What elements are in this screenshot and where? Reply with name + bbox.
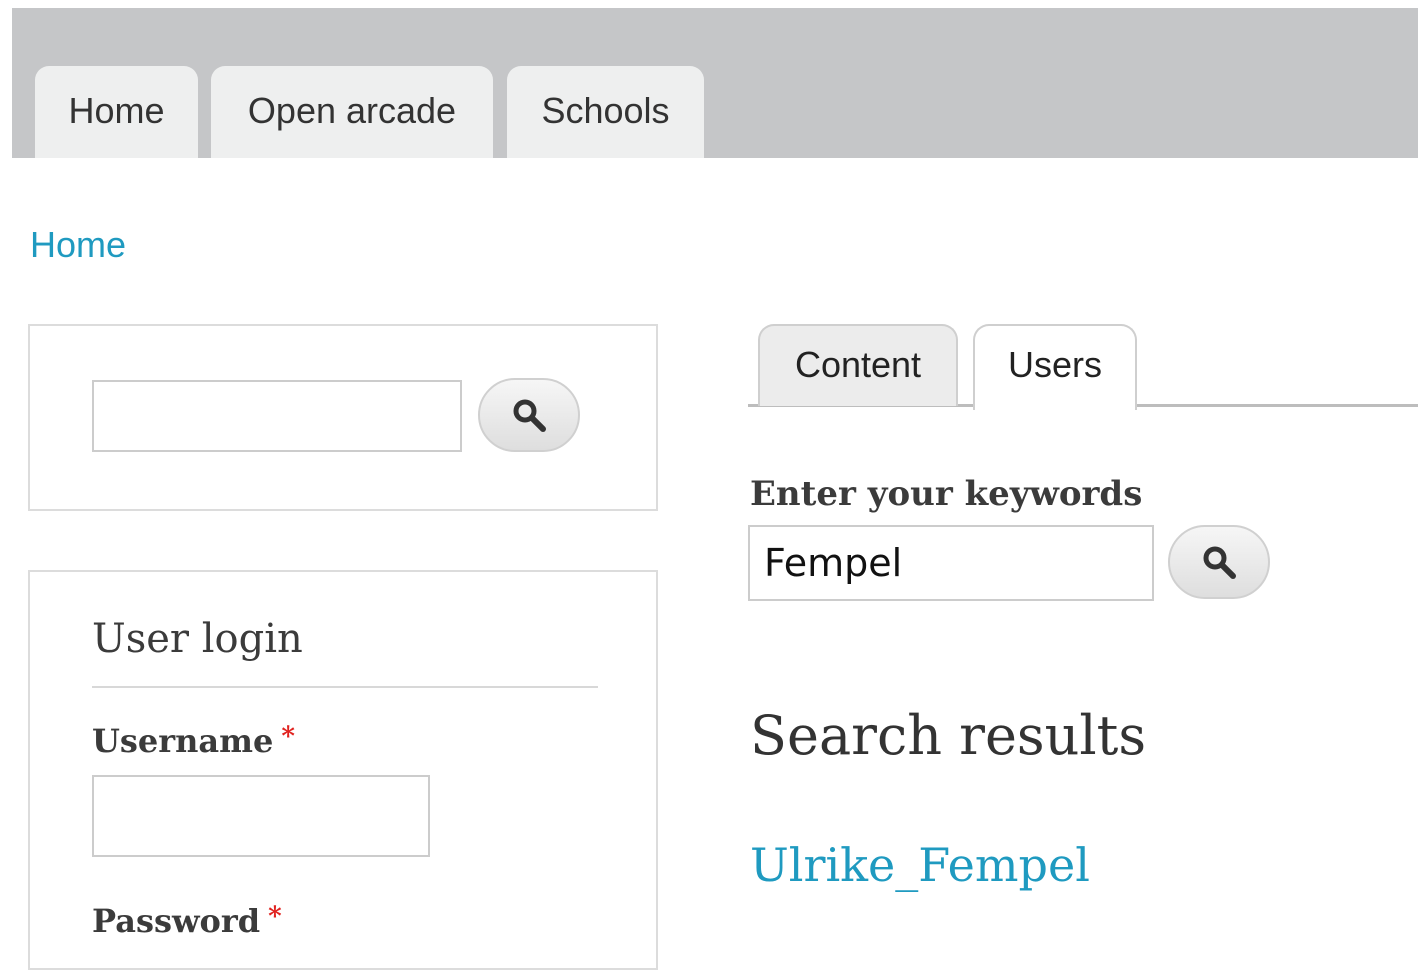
required-marker: * (268, 902, 282, 932)
result-link[interactable]: Ulrike_Fempel (750, 838, 1090, 892)
nav-tab-open-arcade[interactable]: Open arcade (211, 66, 493, 158)
sidebar-search-input[interactable] (92, 380, 462, 452)
sidebar-search-block (28, 324, 658, 511)
keywords-input[interactable]: Fempel (748, 525, 1154, 601)
user-login-title: User login (92, 616, 303, 662)
sidebar-search-button[interactable] (478, 378, 580, 452)
keywords-search-button[interactable] (1168, 525, 1270, 599)
required-marker: * (281, 722, 295, 752)
nav-tab-home[interactable]: Home (35, 66, 198, 158)
tab-content[interactable]: Content (758, 324, 958, 406)
username-field[interactable] (92, 775, 430, 857)
breadcrumb-home-link[interactable]: Home (30, 224, 126, 266)
search-results-heading: Search results (750, 704, 1147, 767)
keywords-label: Enter your keywords (750, 474, 1143, 514)
nav-tab-schools[interactable]: Schools (507, 66, 704, 158)
tab-users[interactable]: Users (973, 324, 1137, 410)
divider (92, 686, 598, 688)
username-label: Username * (92, 722, 295, 760)
password-label: Password * (92, 902, 282, 940)
password-label-text: Password (92, 902, 261, 940)
primary-nav-bar: Home Open arcade Schools (12, 8, 1418, 158)
search-icon (513, 399, 546, 432)
username-label-text: Username (92, 722, 274, 760)
search-icon (1203, 546, 1236, 579)
user-login-block: User login Username * Password * (28, 570, 658, 970)
